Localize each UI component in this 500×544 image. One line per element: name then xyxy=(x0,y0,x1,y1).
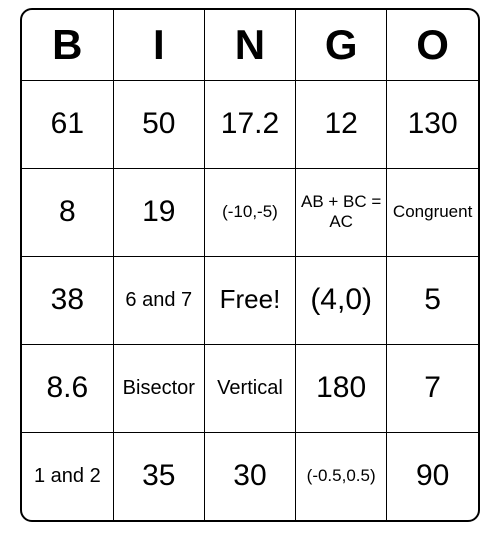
bingo-cell[interactable]: 180 xyxy=(296,344,387,432)
bingo-cell[interactable]: 8 xyxy=(22,168,113,256)
bingo-cell[interactable]: 8.6 xyxy=(22,344,113,432)
bingo-cell[interactable]: 61 xyxy=(22,80,113,168)
bingo-cell[interactable]: 90 xyxy=(387,432,478,520)
header-row: B I N G O xyxy=(22,10,478,80)
free-cell[interactable]: Free! xyxy=(204,256,295,344)
bingo-body: 61 50 17.2 12 130 8 19 (-10,-5) AB + BC … xyxy=(22,80,478,520)
bingo-cell[interactable]: 17.2 xyxy=(204,80,295,168)
bingo-cell[interactable]: 19 xyxy=(113,168,204,256)
bingo-cell[interactable]: (-10,-5) xyxy=(204,168,295,256)
bingo-row: 61 50 17.2 12 130 xyxy=(22,80,478,168)
bingo-row: 38 6 and 7 Free! (4,0) 5 xyxy=(22,256,478,344)
bingo-cell[interactable]: 30 xyxy=(204,432,295,520)
header-n: N xyxy=(204,10,295,80)
bingo-cell[interactable]: 50 xyxy=(113,80,204,168)
bingo-row: 1 and 2 35 30 (-0.5,0.5) 90 xyxy=(22,432,478,520)
bingo-cell[interactable]: 130 xyxy=(387,80,478,168)
bingo-cell[interactable]: 6 and 7 xyxy=(113,256,204,344)
bingo-row: 8.6 Bisector Vertical 180 7 xyxy=(22,344,478,432)
header-o: O xyxy=(387,10,478,80)
bingo-cell[interactable]: Vertical xyxy=(204,344,295,432)
bingo-cell[interactable]: 12 xyxy=(296,80,387,168)
bingo-cell[interactable]: (4,0) xyxy=(296,256,387,344)
bingo-row: 8 19 (-10,-5) AB + BC = AC Congruent xyxy=(22,168,478,256)
header-i: I xyxy=(113,10,204,80)
bingo-cell[interactable]: AB + BC = AC xyxy=(296,168,387,256)
bingo-cell[interactable]: Congruent xyxy=(387,168,478,256)
bingo-cell[interactable]: 5 xyxy=(387,256,478,344)
bingo-cell[interactable]: 7 xyxy=(387,344,478,432)
bingo-cell[interactable]: (-0.5,0.5) xyxy=(296,432,387,520)
bingo-cell[interactable]: Bisector xyxy=(113,344,204,432)
bingo-cell[interactable]: 38 xyxy=(22,256,113,344)
bingo-cell[interactable]: 1 and 2 xyxy=(22,432,113,520)
header-g: G xyxy=(296,10,387,80)
bingo-grid: B I N G O 61 50 17.2 12 130 8 19 (-10,-5… xyxy=(22,10,478,520)
header-b: B xyxy=(22,10,113,80)
bingo-cell[interactable]: 35 xyxy=(113,432,204,520)
bingo-card: B I N G O 61 50 17.2 12 130 8 19 (-10,-5… xyxy=(20,8,480,522)
